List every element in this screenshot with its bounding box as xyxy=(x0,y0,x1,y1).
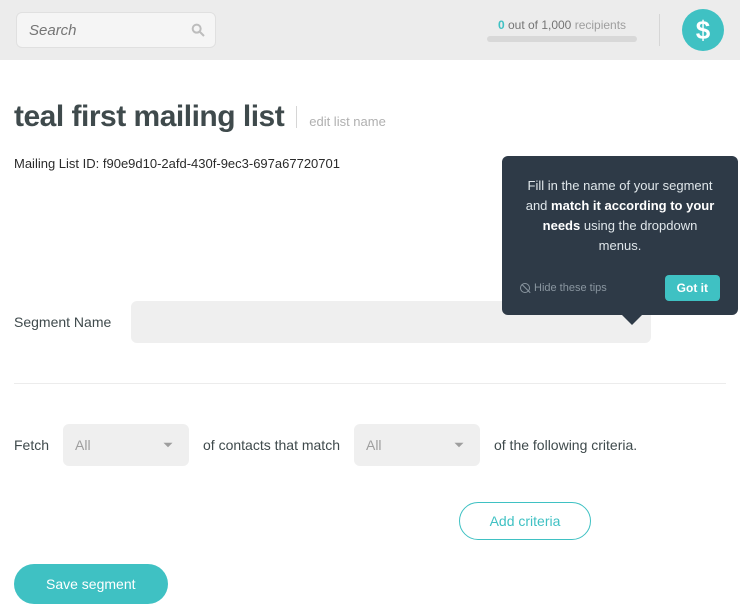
tip-popover: Fill in the name of your segment and mat… xyxy=(502,156,738,315)
topbar-divider xyxy=(659,14,660,46)
top-bar: 0 out of 1,000 recipients $ xyxy=(0,0,740,60)
fetch-match-value: All xyxy=(366,437,382,453)
segment-name-label: Segment Name xyxy=(14,314,111,330)
search-wrap xyxy=(16,12,216,48)
hide-tips-label: Hide these tips xyxy=(534,282,607,294)
search-icon xyxy=(190,22,206,38)
got-it-button[interactable]: Got it xyxy=(665,275,720,301)
save-segment-button[interactable]: Save segment xyxy=(14,564,168,604)
tip-arrow-icon xyxy=(622,315,642,325)
add-criteria-button[interactable]: Add criteria xyxy=(459,502,592,540)
fetch-middle-text: of contacts that match xyxy=(203,437,340,453)
fetch-match-select[interactable]: All xyxy=(354,424,480,466)
recipients-total: out of 1,000 xyxy=(508,18,571,32)
tip-body: Fill in the name of your segment and mat… xyxy=(520,176,720,257)
fetch-prefix: Fetch xyxy=(14,437,49,453)
search-input[interactable] xyxy=(16,12,216,48)
fetch-scope-select[interactable]: All xyxy=(63,424,189,466)
title-divider xyxy=(296,106,297,128)
page-title: teal first mailing list xyxy=(14,100,284,134)
mailing-id-label: Mailing List ID: xyxy=(14,156,99,171)
billing-button[interactable]: $ xyxy=(682,9,724,51)
recipients-text: 0 out of 1,000 recipients xyxy=(498,18,626,32)
edit-list-name-link[interactable]: edit list name xyxy=(309,114,386,129)
recipients-count: 0 xyxy=(498,18,505,32)
chevron-down-icon xyxy=(159,436,177,454)
dollar-icon: $ xyxy=(696,15,710,46)
section-divider xyxy=(14,383,726,384)
fetch-scope-value: All xyxy=(75,437,91,453)
recipients-progress-bar xyxy=(487,36,637,42)
recipients-indicator: 0 out of 1,000 recipients xyxy=(487,18,637,42)
mailing-id-value: f90e9d10-2afd-430f-9ec3-697a67720701 xyxy=(103,156,340,171)
chevron-down-icon xyxy=(450,436,468,454)
fetch-suffix-text: of the following criteria. xyxy=(494,437,637,453)
prohibit-icon xyxy=(520,283,530,293)
recipients-suffix: recipients xyxy=(575,18,626,32)
hide-tips-link[interactable]: Hide these tips xyxy=(520,282,607,294)
